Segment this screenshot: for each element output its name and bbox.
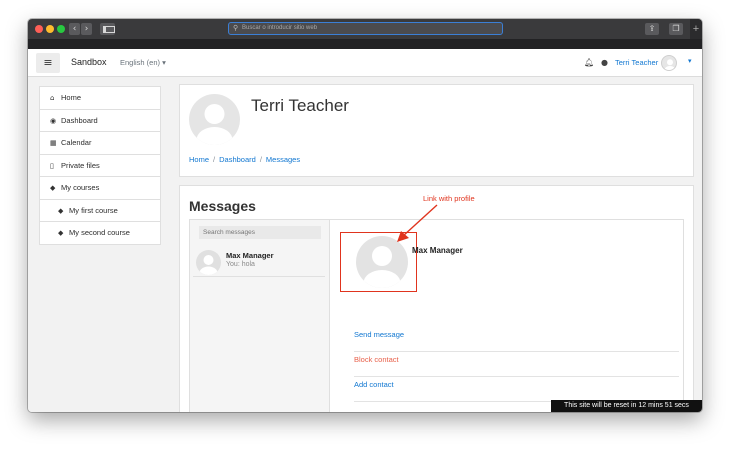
annotation-arrow-icon [397, 204, 438, 242]
